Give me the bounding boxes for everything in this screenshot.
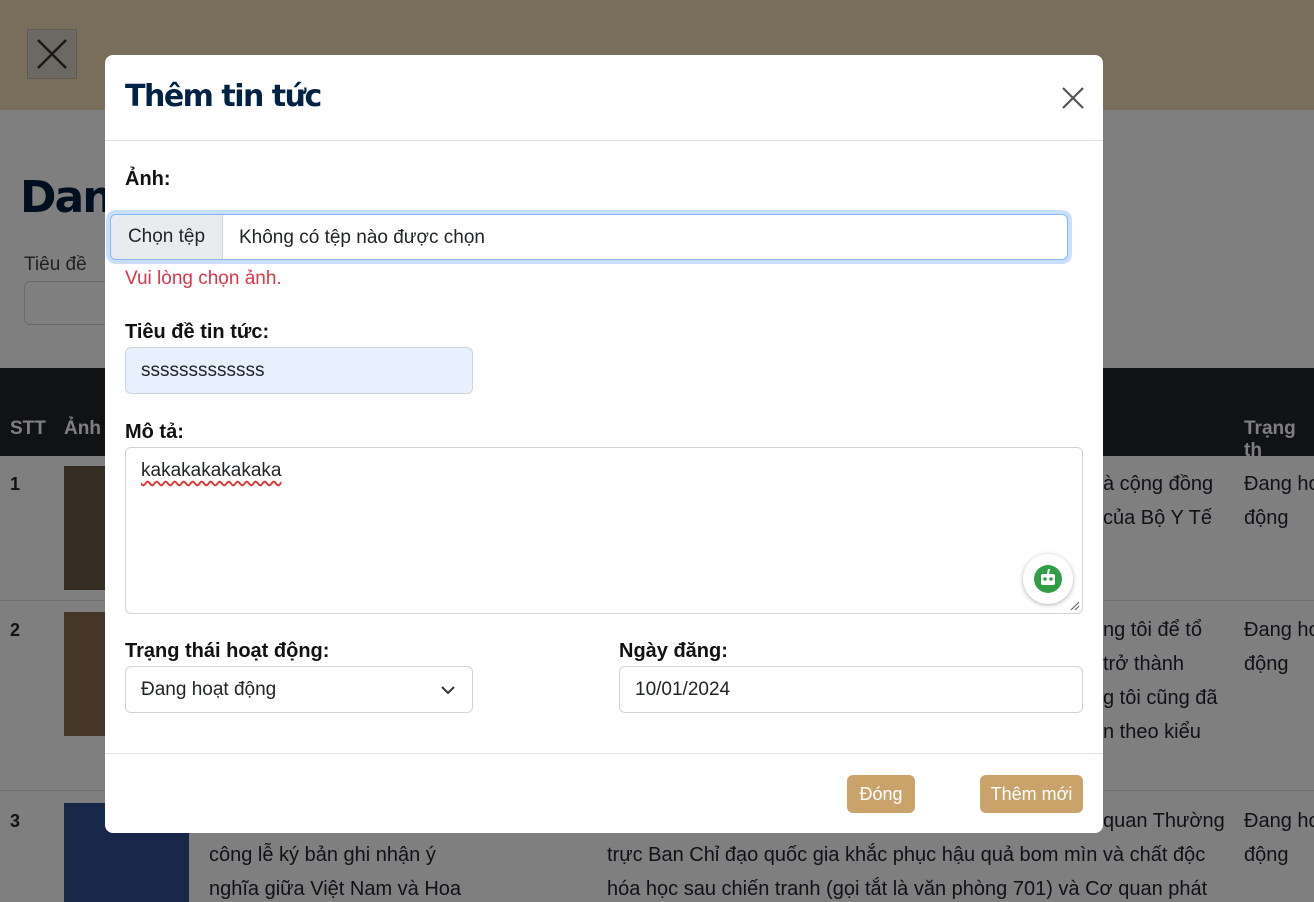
modal-header: Thêm tin tức (105, 55, 1103, 141)
modal-close-button[interactable] (1058, 83, 1088, 113)
publish-date-input[interactable]: 10/01/2024 (619, 666, 1083, 713)
choose-file-button[interactable]: Chọn tệp (111, 215, 223, 259)
assistant-button[interactable] (1023, 554, 1073, 604)
description-textarea[interactable]: kakakakakakaka (125, 447, 1083, 614)
chevron-down-icon (441, 686, 455, 695)
news-title-label: Tiêu đề tin tức: (125, 321, 270, 343)
file-name-text: Không có tệp nào được chọn (239, 227, 485, 248)
close-button[interactable]: Đóng (847, 775, 915, 813)
description-value: kakakakakakaka (141, 460, 282, 481)
close-icon (1062, 87, 1084, 109)
publish-date-label: Ngày đăng: (619, 640, 728, 662)
status-label: Trạng thái hoạt động: (125, 640, 330, 662)
news-title-input[interactable]: sssssssssssss (125, 347, 473, 394)
status-select[interactable]: Đang hoạt động (125, 666, 473, 713)
robot-icon (1034, 565, 1062, 593)
status-selected-value: Đang hoạt động (141, 679, 277, 700)
modal-footer: Đóng Thêm mới (105, 753, 1103, 833)
add-news-button[interactable]: Thêm mới (980, 775, 1083, 813)
add-news-modal: Thêm tin tức Ảnh: Chọn tệp Không có tệp … (105, 55, 1103, 833)
image-file-input[interactable]: Chọn tệp Không có tệp nào được chọn (110, 214, 1068, 260)
description-label: Mô tả: (125, 421, 184, 443)
resize-handle-icon[interactable] (1070, 601, 1080, 611)
modal-title: Thêm tin tức (125, 79, 322, 114)
image-label: Ảnh: (125, 168, 171, 190)
image-error-message: Vui lòng chọn ảnh. (125, 268, 282, 289)
